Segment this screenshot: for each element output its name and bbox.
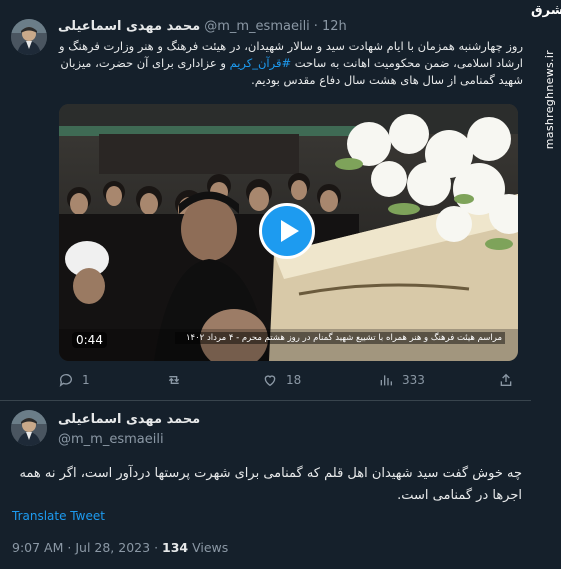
like-icon — [264, 375, 276, 387]
share-button[interactable] — [498, 372, 514, 388]
tweet-date[interactable]: Jul 28, 2023 — [75, 540, 150, 555]
hashtag-link[interactable]: #قرآن_کریم — [230, 56, 292, 70]
reply-button[interactable]: 1 — [58, 372, 90, 388]
avatar[interactable] — [11, 410, 47, 446]
views-count: 134 — [162, 540, 189, 555]
watermark-strip: مشرق mashreghnews.ir — [531, 0, 561, 569]
views-label: Views — [192, 540, 229, 555]
quoted-tweet-text: روز چهارشنبه همزمان با ایام شهادت سید و … — [58, 38, 523, 89]
separator-dot: · — [154, 540, 159, 555]
views-count: 333 — [402, 373, 425, 387]
video-caption: مراسم هیئت فرهنگ و هنر همراه با تشییع شه… — [175, 332, 505, 344]
video-duration: 0:44 — [72, 332, 107, 348]
tweet-time[interactable]: 9:07 AM — [12, 540, 63, 555]
views-button[interactable]: 333 — [378, 372, 425, 388]
like-button[interactable]: 18 — [262, 372, 301, 388]
retweet-button[interactable] — [166, 372, 190, 388]
play-button[interactable] — [259, 203, 315, 259]
author-handle[interactable]: @m_m_esmaeili — [204, 19, 310, 34]
author-handle[interactable]: @m_m_esmaeili — [58, 432, 164, 447]
retweet-icon — [168, 376, 180, 384]
author-name[interactable]: محمد مهدی اسماعیلی — [58, 412, 200, 427]
separator-dot: · — [67, 540, 72, 555]
quoted-tweet-header: محمد مهدی اسماعیلی @m_m_esmaeili · 12h — [58, 16, 347, 36]
translate-tweet-link[interactable]: Translate Tweet — [12, 509, 105, 523]
avatar[interactable] — [11, 19, 47, 55]
watermark-url: mashreghnews.ir — [543, 50, 556, 150]
play-icon — [280, 220, 299, 242]
tweet-actions: 1 18 333 — [58, 372, 528, 392]
tweet-time[interactable]: 12h — [322, 19, 347, 34]
reply-icon — [59, 374, 72, 387]
share-icon — [500, 373, 512, 386]
reply-count: 1 — [82, 373, 90, 387]
watermark-logo: مشرق — [531, 3, 561, 18]
tweet-meta: 9:07 AM · Jul 28, 2023 · 134 Views — [12, 540, 228, 555]
divider — [0, 400, 531, 401]
views-icon — [380, 375, 392, 386]
separator-dot: · — [313, 18, 318, 34]
author-name[interactable]: محمد مهدی اسماعیلی — [58, 19, 200, 34]
like-count: 18 — [286, 373, 302, 387]
main-tweet-text: چه خوش گفت سید شهیدان اهل قلم که گمنامی … — [19, 466, 522, 503]
